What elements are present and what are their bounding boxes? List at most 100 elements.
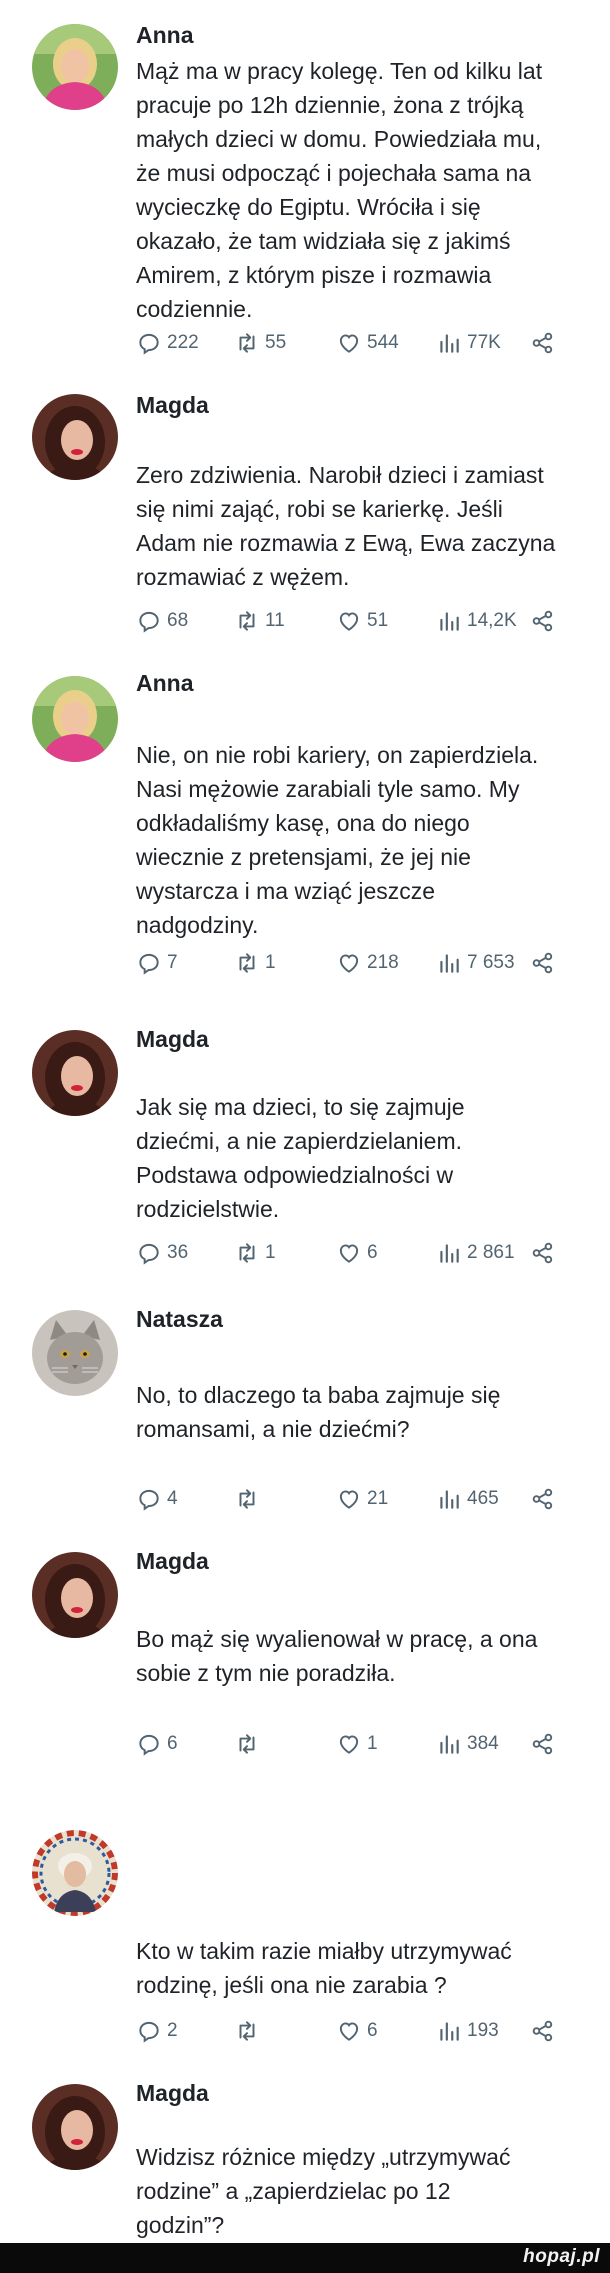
views-count: 384	[467, 1733, 499, 1754]
share-button[interactable]	[530, 328, 556, 358]
avatar[interactable]	[32, 676, 118, 762]
reply-button[interactable]: 36	[136, 1238, 188, 1268]
avatar[interactable]	[32, 1552, 118, 1638]
avatar-magda-icon	[32, 394, 118, 480]
reply-button[interactable]: 6	[136, 1729, 178, 1759]
views-count: 465	[467, 1488, 499, 1509]
author-name[interactable]: Natasza	[136, 1306, 223, 1333]
author-name[interactable]: Magda	[136, 2080, 209, 2107]
reply-button[interactable]: 2	[136, 2016, 178, 2046]
views-button[interactable]: 384	[436, 1729, 499, 1759]
share-button[interactable]	[530, 1238, 556, 1268]
share-button[interactable]	[530, 1484, 556, 1514]
reply-button[interactable]: 222	[136, 328, 199, 358]
views-count: 14,2K	[467, 610, 517, 631]
post-text: Bo mąż się wyalienował w pracę, a ona so…	[136, 1626, 538, 1686]
reply-count: 2	[167, 2020, 178, 2041]
views-button[interactable]: 465	[436, 1484, 499, 1514]
repost-icon	[239, 611, 255, 631]
reply-icon	[139, 953, 159, 975]
views-count: 7 653	[467, 952, 515, 973]
reply-icon	[139, 1243, 159, 1265]
reply-button[interactable]: 68	[136, 606, 188, 636]
share-button[interactable]	[530, 606, 556, 636]
views-count: 77K	[467, 332, 501, 353]
post-text: Nie, on nie robi kariery, on zapierdziel…	[136, 742, 539, 938]
share-icon	[532, 1733, 553, 1755]
repost-icon	[239, 333, 255, 353]
share-button[interactable]	[530, 2016, 556, 2046]
like-count: 51	[367, 610, 389, 631]
author-name[interactable]: Anna	[136, 22, 194, 49]
avatar[interactable]	[32, 394, 118, 480]
repost-button[interactable]: 11	[234, 606, 285, 636]
action-bar: 6 1 384	[136, 1729, 566, 1759]
repost-count: 1	[265, 952, 276, 973]
views-icon	[440, 1244, 459, 1263]
like-button[interactable]: 51	[336, 606, 388, 636]
avatar[interactable]	[32, 2084, 118, 2170]
like-icon	[339, 1490, 359, 1509]
views-count: 193	[467, 2020, 499, 2041]
like-count: 544	[367, 332, 399, 353]
like-icon	[339, 1244, 359, 1263]
reply-count: 7	[167, 952, 178, 973]
avatar-magda-icon	[32, 1030, 118, 1116]
views-button[interactable]: 77K	[436, 328, 501, 358]
reply-icon	[139, 611, 159, 633]
share-icon	[532, 2020, 553, 2042]
share-button[interactable]	[530, 1729, 556, 1759]
views-icon	[440, 954, 459, 973]
like-button[interactable]: 21	[336, 1484, 388, 1514]
author-name[interactable]: Magda	[136, 1548, 209, 1575]
reply-icon	[139, 2021, 159, 2043]
reply-icon	[139, 333, 159, 355]
like-button[interactable]: 6	[336, 1238, 378, 1268]
reply-count: 68	[167, 610, 189, 631]
action-bar: 68 11 51 14,2K	[136, 606, 566, 636]
repost-button[interactable]: 1	[234, 1238, 276, 1268]
share-icon	[532, 610, 553, 632]
like-button[interactable]: 6	[336, 2016, 378, 2046]
views-icon	[440, 334, 459, 353]
repost-button[interactable]	[234, 2016, 265, 2046]
author-name[interactable]: Magda	[136, 392, 209, 419]
reply-button[interactable]: 4	[136, 1484, 178, 1514]
like-icon	[339, 2022, 359, 2041]
site-logo: hopaj.pl	[523, 2246, 600, 2267]
avatar[interactable]	[32, 1310, 118, 1396]
reply-button[interactable]: 7	[136, 948, 178, 978]
avatar[interactable]	[32, 24, 118, 110]
repost-button[interactable]: 1	[234, 948, 276, 978]
post-text: Jak się ma dzieci, to się zajmuje dziećm…	[136, 1094, 465, 1222]
avatar[interactable]	[32, 1830, 118, 1916]
like-icon	[339, 612, 359, 631]
views-icon	[440, 612, 459, 631]
post-text: Kto w takim razie miałby utrzymywać rodz…	[136, 1938, 512, 1998]
like-button[interactable]: 544	[336, 328, 399, 358]
author-name[interactable]: Anna	[136, 670, 194, 697]
avatar[interactable]	[32, 1030, 118, 1116]
author-name[interactable]: Magda	[136, 1026, 209, 1053]
like-button[interactable]: 1	[336, 1729, 378, 1759]
views-icon	[440, 2022, 459, 2041]
post-text: No, to dlaczego ta baba zajmuje się roma…	[136, 1382, 501, 1442]
avatar-cat-icon	[32, 1310, 118, 1396]
views-button[interactable]: 2 861	[436, 1238, 515, 1268]
views-icon	[440, 1735, 459, 1754]
repost-icon	[239, 1243, 255, 1263]
views-button[interactable]: 193	[436, 2016, 499, 2046]
share-icon	[532, 1242, 553, 1264]
views-button[interactable]: 14,2K	[436, 606, 517, 636]
repost-button[interactable]	[234, 1729, 265, 1759]
like-count: 6	[367, 2020, 378, 2041]
avatar-anna-icon	[32, 24, 118, 110]
action-bar: 7 1 218 7 653	[136, 948, 566, 978]
share-button[interactable]	[530, 948, 556, 978]
repost-button[interactable]	[234, 1484, 265, 1514]
repost-button[interactable]: 55	[234, 328, 286, 358]
repost-icon	[239, 2021, 255, 2041]
like-button[interactable]: 218	[336, 948, 399, 978]
views-button[interactable]: 7 653	[436, 948, 515, 978]
share-icon	[532, 332, 553, 354]
